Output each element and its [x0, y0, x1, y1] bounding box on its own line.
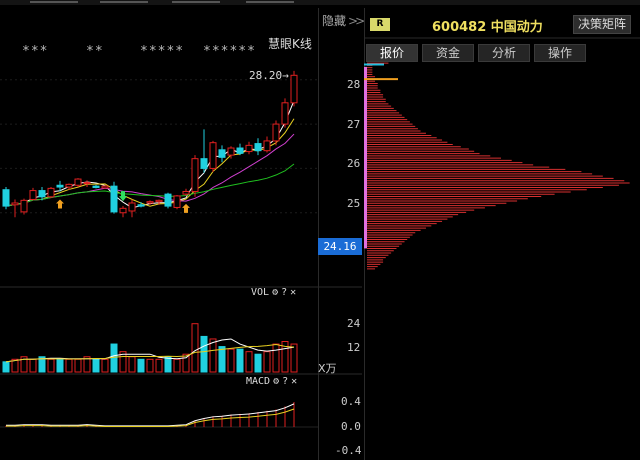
candle-down	[92, 185, 100, 188]
volume-bar	[218, 346, 226, 373]
candle-down	[2, 189, 10, 207]
candle-up	[47, 187, 55, 198]
candle-up	[182, 190, 190, 195]
volume-bar	[74, 358, 82, 373]
volume-bar	[245, 351, 253, 373]
macd-dif-line	[6, 403, 295, 427]
volume-bar	[236, 348, 244, 373]
chart-canvas	[0, 37, 640, 428]
volume-bar	[227, 348, 235, 373]
candle-up	[83, 182, 91, 185]
volume-bar	[200, 335, 208, 373]
buy-signal-icon	[56, 199, 64, 209]
candle-up	[155, 199, 163, 203]
candle-down	[56, 184, 64, 188]
candle-down	[110, 185, 118, 213]
candle-up	[146, 201, 154, 204]
candle-up	[281, 102, 289, 125]
volume-bar	[191, 323, 199, 373]
volume-bar	[101, 358, 109, 373]
candle-up	[245, 144, 253, 153]
macd-dea-line	[6, 408, 295, 428]
volume-bar	[263, 351, 271, 373]
volume-bar	[146, 358, 154, 373]
candle-up	[101, 185, 109, 189]
volume-bar	[65, 358, 73, 373]
candle-up	[20, 199, 28, 213]
volume-bar	[209, 338, 217, 373]
candle-up	[11, 202, 19, 206]
volume-bar	[272, 343, 280, 373]
volume-bar	[254, 353, 262, 373]
candle-up	[29, 190, 37, 200]
volume-bar	[29, 358, 37, 373]
candle-down	[254, 143, 262, 152]
candle-up	[128, 202, 136, 212]
volume-bar	[128, 356, 136, 373]
candle-up	[290, 74, 298, 104]
volume-bar	[164, 356, 172, 373]
candle-up	[65, 183, 73, 188]
candle-up	[263, 140, 271, 152]
candle-down	[200, 158, 208, 169]
volume-bar	[182, 353, 190, 373]
candle-up	[227, 147, 235, 156]
candle-down	[164, 193, 172, 207]
candle-up	[191, 158, 199, 192]
candle-down	[38, 190, 46, 198]
volume-bar	[173, 358, 181, 373]
volume-bar	[47, 358, 55, 373]
candle-up	[272, 123, 280, 142]
volume-bar	[92, 358, 100, 373]
candle-up	[119, 207, 127, 214]
ma-line-green	[5, 163, 295, 207]
candle-down	[236, 147, 244, 154]
cost-band	[364, 66, 367, 249]
volume-bar	[56, 358, 64, 373]
candle-up	[74, 178, 82, 186]
volume-bar	[155, 358, 163, 373]
candle-down	[137, 204, 145, 207]
candle-up	[173, 195, 181, 208]
candle-up	[209, 142, 217, 169]
buy-signal-icon	[182, 203, 190, 213]
volume-bar	[137, 358, 145, 373]
volume-bar	[290, 343, 298, 373]
volume-bar	[2, 361, 10, 373]
candle-down	[218, 149, 226, 158]
